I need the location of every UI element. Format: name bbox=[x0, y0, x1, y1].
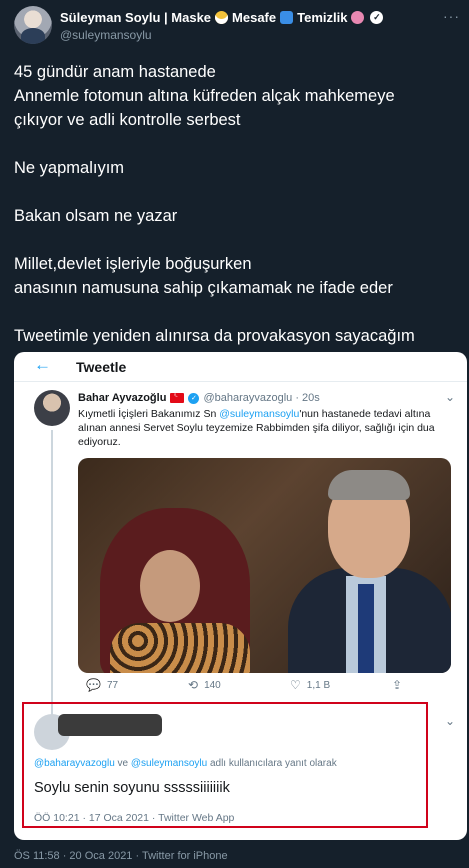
share-action: ⇪ bbox=[392, 678, 402, 692]
quoted-text-mention: @suleymansoylu bbox=[219, 408, 300, 420]
quoted-name: Bahar Ayvazoğlu bbox=[78, 392, 167, 404]
back-arrow-icon: ← bbox=[34, 355, 51, 374]
arrows-emoji-icon bbox=[280, 11, 294, 24]
quoted-avatar bbox=[34, 390, 70, 426]
attached-screenshot[interactable]: ← Tweetle Bahar Ayvazoğlu ✓ @baharayvazo… bbox=[14, 352, 467, 840]
tweet-line: Tweetimle yeniden alınırsa da provakasyo… bbox=[14, 327, 415, 345]
author-avatar[interactable] bbox=[14, 6, 52, 44]
soap-emoji-icon bbox=[351, 11, 365, 24]
replying-to: @baharayvazoglu ve @suleymansoylu adlı k… bbox=[34, 758, 337, 769]
author-name-word-2[interactable]: Mesafe bbox=[232, 10, 276, 25]
share-icon: ⇪ bbox=[392, 678, 403, 692]
tweet-line: çıkıyor ve adli kontrolle serbest bbox=[14, 111, 241, 129]
more-icon: ⌄ bbox=[444, 390, 455, 404]
like-action: ♡ 1,1 B bbox=[290, 678, 330, 692]
reply-text: Soylu senin soyunu sssssiiiiiiik bbox=[34, 780, 230, 796]
reply-action: 💬 77 bbox=[86, 678, 118, 692]
quoted-handle-time: @baharayvazoglu · 20s bbox=[203, 392, 320, 404]
retweet-action: ⟲ 140 bbox=[188, 678, 221, 692]
replying-mention-1: @baharayvazoglu bbox=[34, 758, 115, 769]
tweet-line: Millet,devlet işleriyle boğuşurken bbox=[14, 255, 252, 273]
redacted-name bbox=[58, 714, 162, 736]
retweet-icon: ⟲ bbox=[188, 678, 199, 692]
tweet-timestamp[interactable]: ÖS 11:58 · 20 Oca 2021 · Twitter for iPh… bbox=[14, 850, 228, 862]
screenshot-topbar: ← Tweetle bbox=[14, 352, 467, 382]
tweet-text: 45 gündür anam hastanede Annemle fotomun… bbox=[14, 60, 460, 348]
reply-meta: ÖÖ 10:21 · 17 Oca 2021 · Twitter Web App bbox=[34, 812, 235, 824]
tweet-line: Ne yapmalıyım bbox=[14, 159, 125, 177]
quoted-text: Kıymetli İçişleri Bakanımız Sn @suleyman… bbox=[78, 407, 450, 449]
mask-emoji-icon bbox=[215, 11, 229, 24]
photo-woman-coat bbox=[110, 623, 250, 673]
tweet-line: Bakan olsam ne yazar bbox=[14, 207, 178, 225]
heart-icon: ♡ bbox=[290, 678, 301, 692]
more-icon: ⌄ bbox=[444, 714, 455, 728]
tweet-line: Annemle fotomun altına küfreden alçak ma… bbox=[14, 87, 395, 105]
photo-woman-face bbox=[140, 550, 200, 622]
replying-mention-2: @suleymansoylu bbox=[130, 758, 208, 769]
author-name-row[interactable]: Süleyman Soylu | Maske Mesafe Temizlik ✓ bbox=[60, 10, 384, 25]
retweet-count: 140 bbox=[204, 679, 221, 691]
quoted-name-row: Bahar Ayvazoğlu ✓ @baharayvazoglu · 20s bbox=[78, 390, 320, 404]
author-name-word-3[interactable]: Temizlik bbox=[297, 10, 347, 25]
like-count: 1,1 B bbox=[306, 679, 331, 691]
replying-and: ve bbox=[114, 758, 131, 769]
turkish-flag-icon bbox=[170, 390, 185, 403]
more-options-icon[interactable]: ··· bbox=[443, 8, 460, 24]
quoted-text-pre: Kıymetli İçişleri Bakanımız Sn bbox=[78, 408, 220, 420]
tweet-header: Süleyman Soylu | Maske Mesafe Temizlik ✓… bbox=[14, 6, 460, 46]
photo-man-hair bbox=[328, 470, 410, 500]
tweet-line: 45 gündür anam hastanede bbox=[14, 63, 216, 81]
thread-line bbox=[51, 430, 53, 726]
reply-icon: 💬 bbox=[86, 678, 101, 692]
verified-badge-icon: ✓ bbox=[188, 392, 200, 404]
screenshot-title: Tweetle bbox=[76, 359, 127, 375]
verified-badge-icon: ✓ bbox=[370, 11, 384, 24]
photo-man-tie bbox=[358, 584, 374, 673]
reply-count: 77 bbox=[106, 679, 119, 691]
quoted-photo bbox=[78, 458, 451, 673]
author-name[interactable]: Süleyman Soylu | Maske bbox=[60, 10, 211, 25]
tweet-line: anasının namusuna sahip çıkamamak ne ifa… bbox=[14, 279, 393, 297]
quoted-actions: 💬 77 ⟲ 140 ♡ 1,1 B ⇪ bbox=[78, 678, 450, 698]
replying-suffix: adlı kullanıcılara yanıt olarak bbox=[207, 758, 337, 769]
author-handle[interactable]: @suleymansoylu bbox=[60, 28, 152, 42]
